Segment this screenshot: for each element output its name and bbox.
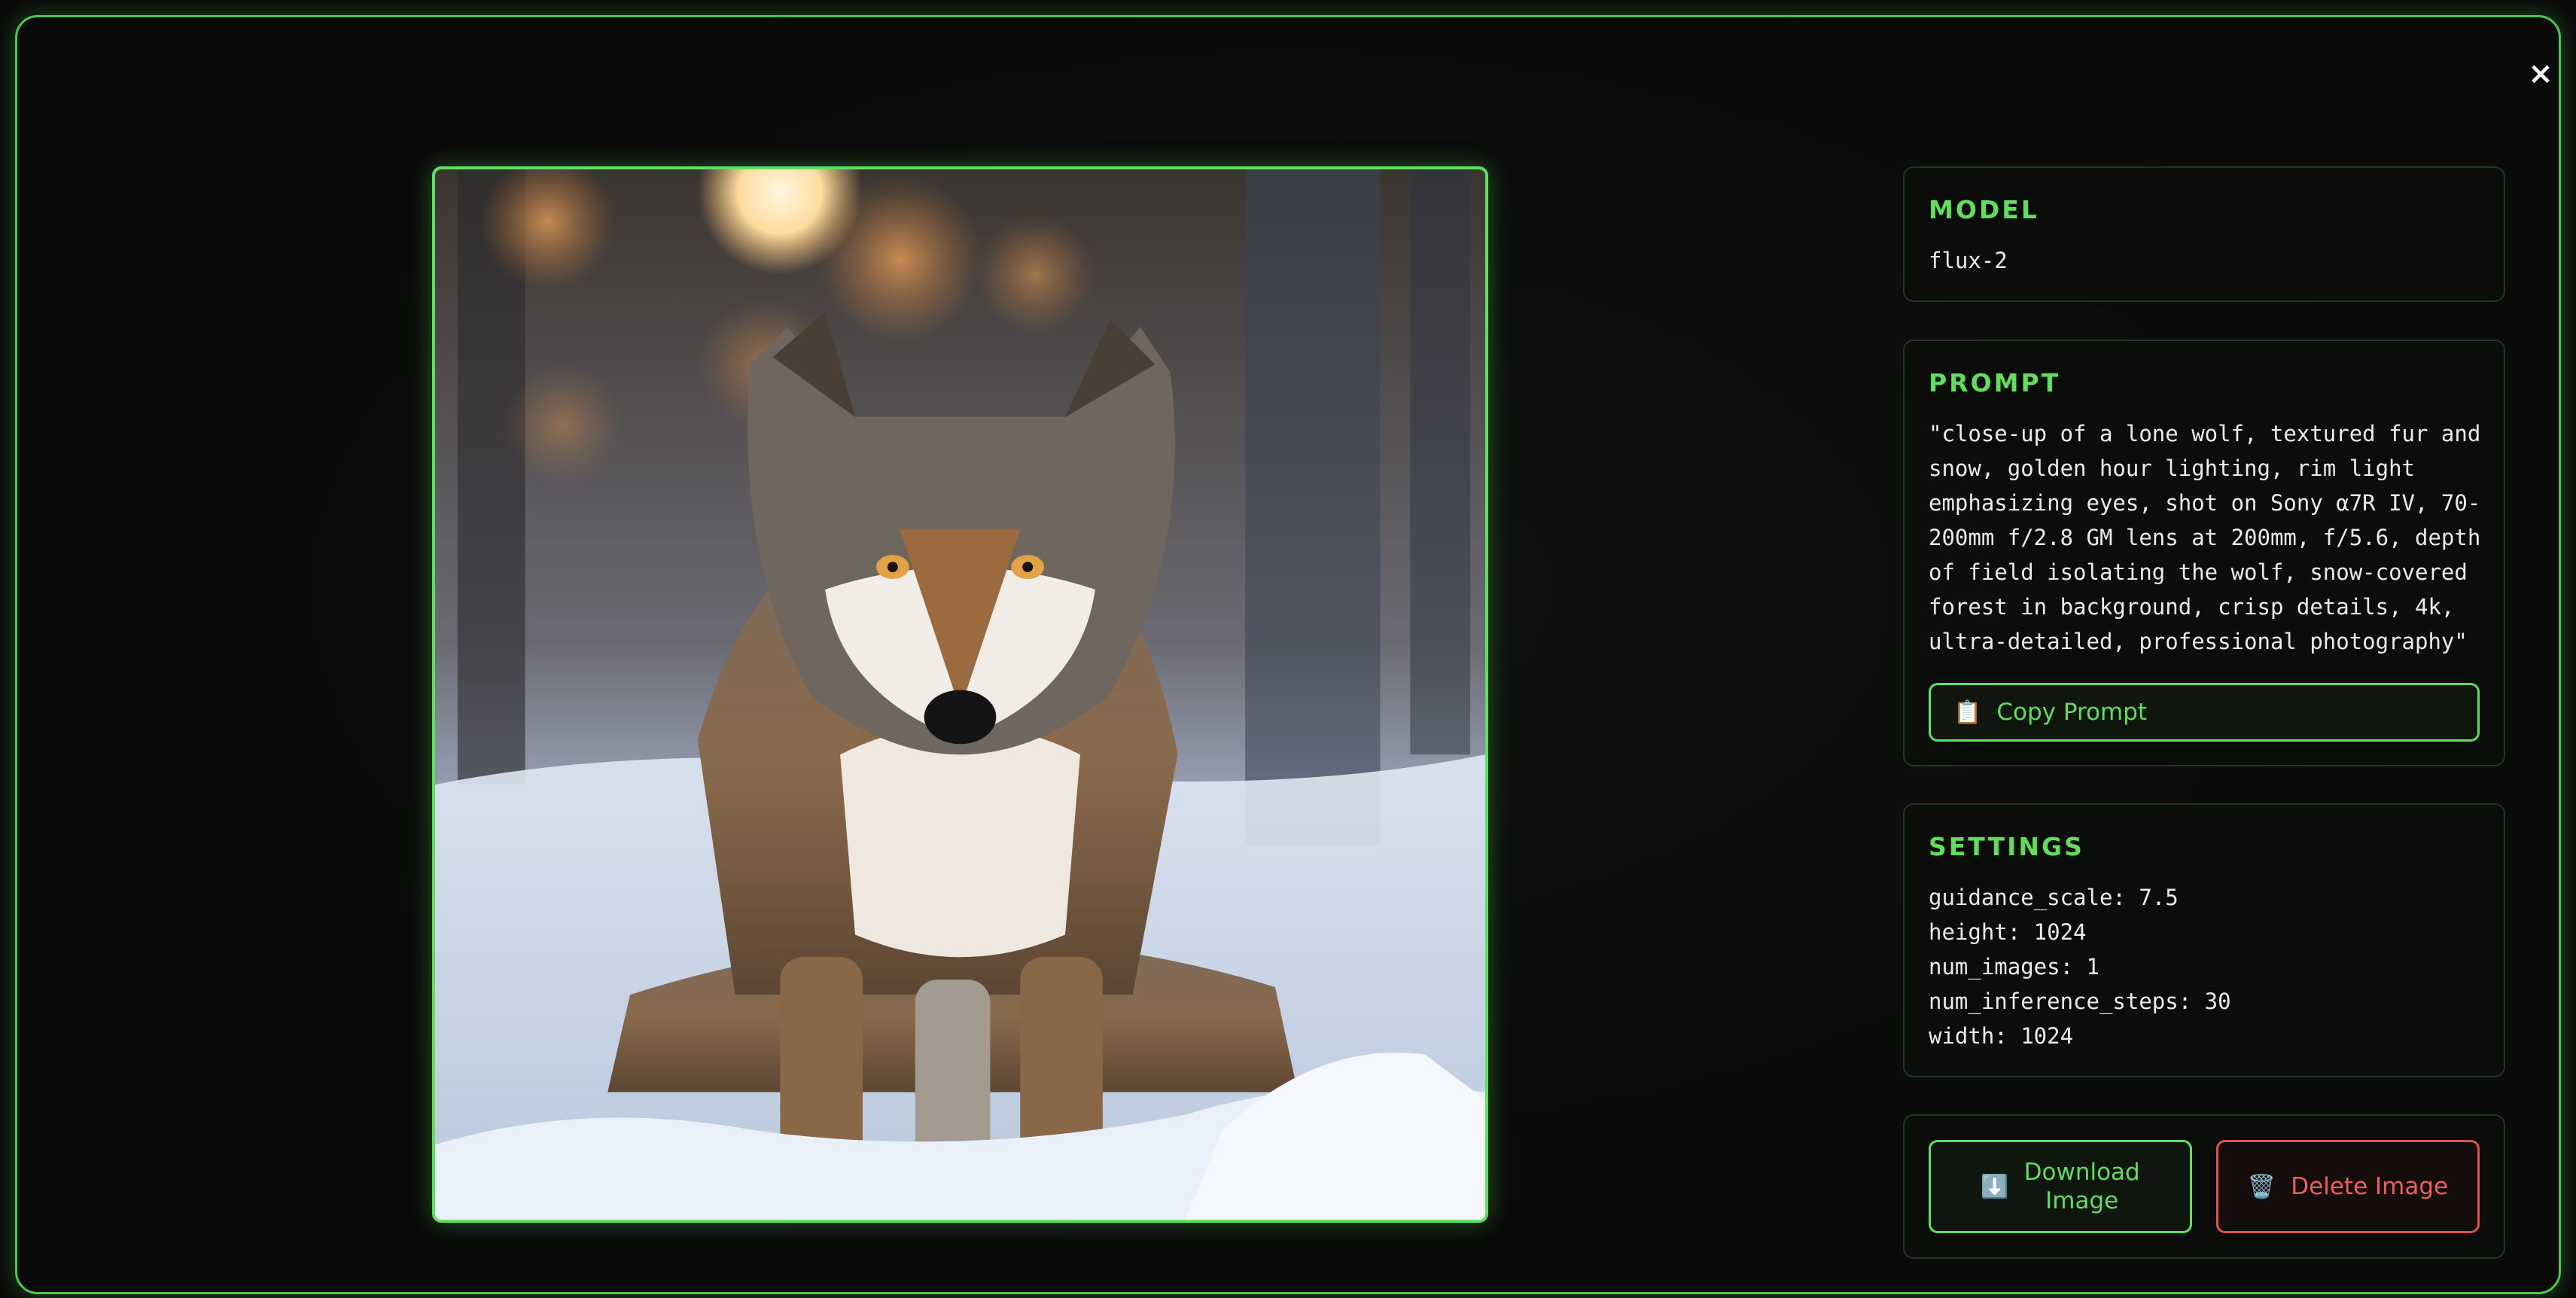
setting-height: height: 1024 (1929, 919, 2087, 945)
copy-prompt-label: Copy Prompt (1996, 699, 2148, 726)
delete-image-button[interactable]: 🗑️ Delete Image (2216, 1140, 2480, 1233)
download-label-line1: Download (2023, 1159, 2140, 1186)
model-value: flux-2 (1929, 248, 2008, 273)
setting-guidance-scale: guidance_scale: 7.5 (1929, 885, 2179, 910)
prompt-line: snow, golden hour lighting, rim light (1929, 456, 2416, 481)
model-panel: MODEL flux-2 (1903, 166, 2505, 302)
download-label-line2: Image (2045, 1187, 2119, 1214)
setting-num-inference-steps: num_inference_steps: 30 (1929, 989, 2231, 1014)
download-icon: ⬇️ (1981, 1173, 2009, 1200)
prompt-line: "close-up of a lone wolf, textured fur a… (1929, 421, 2481, 446)
close-button[interactable]: × (2518, 51, 2563, 96)
prompt-title: PROMPT (1929, 368, 2061, 398)
delete-label: Delete Image (2291, 1173, 2449, 1200)
prompt-line: emphasizing eyes, shot on Sony α7R IV, 7… (1929, 490, 2481, 516)
download-image-button[interactable]: ⬇️ Download Image (1929, 1140, 2192, 1233)
setting-width: width: 1024 (1929, 1023, 2074, 1049)
close-icon: × (2528, 56, 2553, 91)
setting-num-images: num_images: 1 (1929, 954, 2099, 980)
prompt-line: ultra-detailed, professional photography… (1929, 629, 2468, 654)
wolf-image (435, 169, 1485, 1220)
prompt-line: 200mm f/2.8 GM lens at 200mm, f/5.6, dep… (1929, 525, 2481, 550)
trash-icon: 🗑️ (2247, 1173, 2276, 1200)
settings-list: guidance_scale: 7.5 height: 1024 num_ima… (1929, 880, 2231, 1053)
model-title: MODEL (1929, 195, 2039, 224)
generated-image (432, 166, 1488, 1223)
download-label: Download Image (2024, 1158, 2140, 1215)
copy-prompt-button[interactable]: 📋 Copy Prompt (1929, 683, 2480, 742)
actions-panel: ⬇️ Download Image 🗑️ Delete Image (1903, 1114, 2505, 1259)
prompt-panel: PROMPT "close-up of a lone wolf, texture… (1903, 340, 2505, 766)
settings-panel: SETTINGS guidance_scale: 7.5 height: 102… (1903, 803, 2505, 1077)
prompt-line: of field isolating the wolf, snow-covere… (1929, 559, 2468, 585)
prompt-text: "close-up of a lone wolf, textured fur a… (1929, 416, 2486, 659)
clipboard-icon: 📋 (1953, 699, 1982, 726)
prompt-line: forest in background, crisp details, 4k, (1929, 594, 2455, 620)
settings-title: SETTINGS (1929, 832, 2084, 861)
